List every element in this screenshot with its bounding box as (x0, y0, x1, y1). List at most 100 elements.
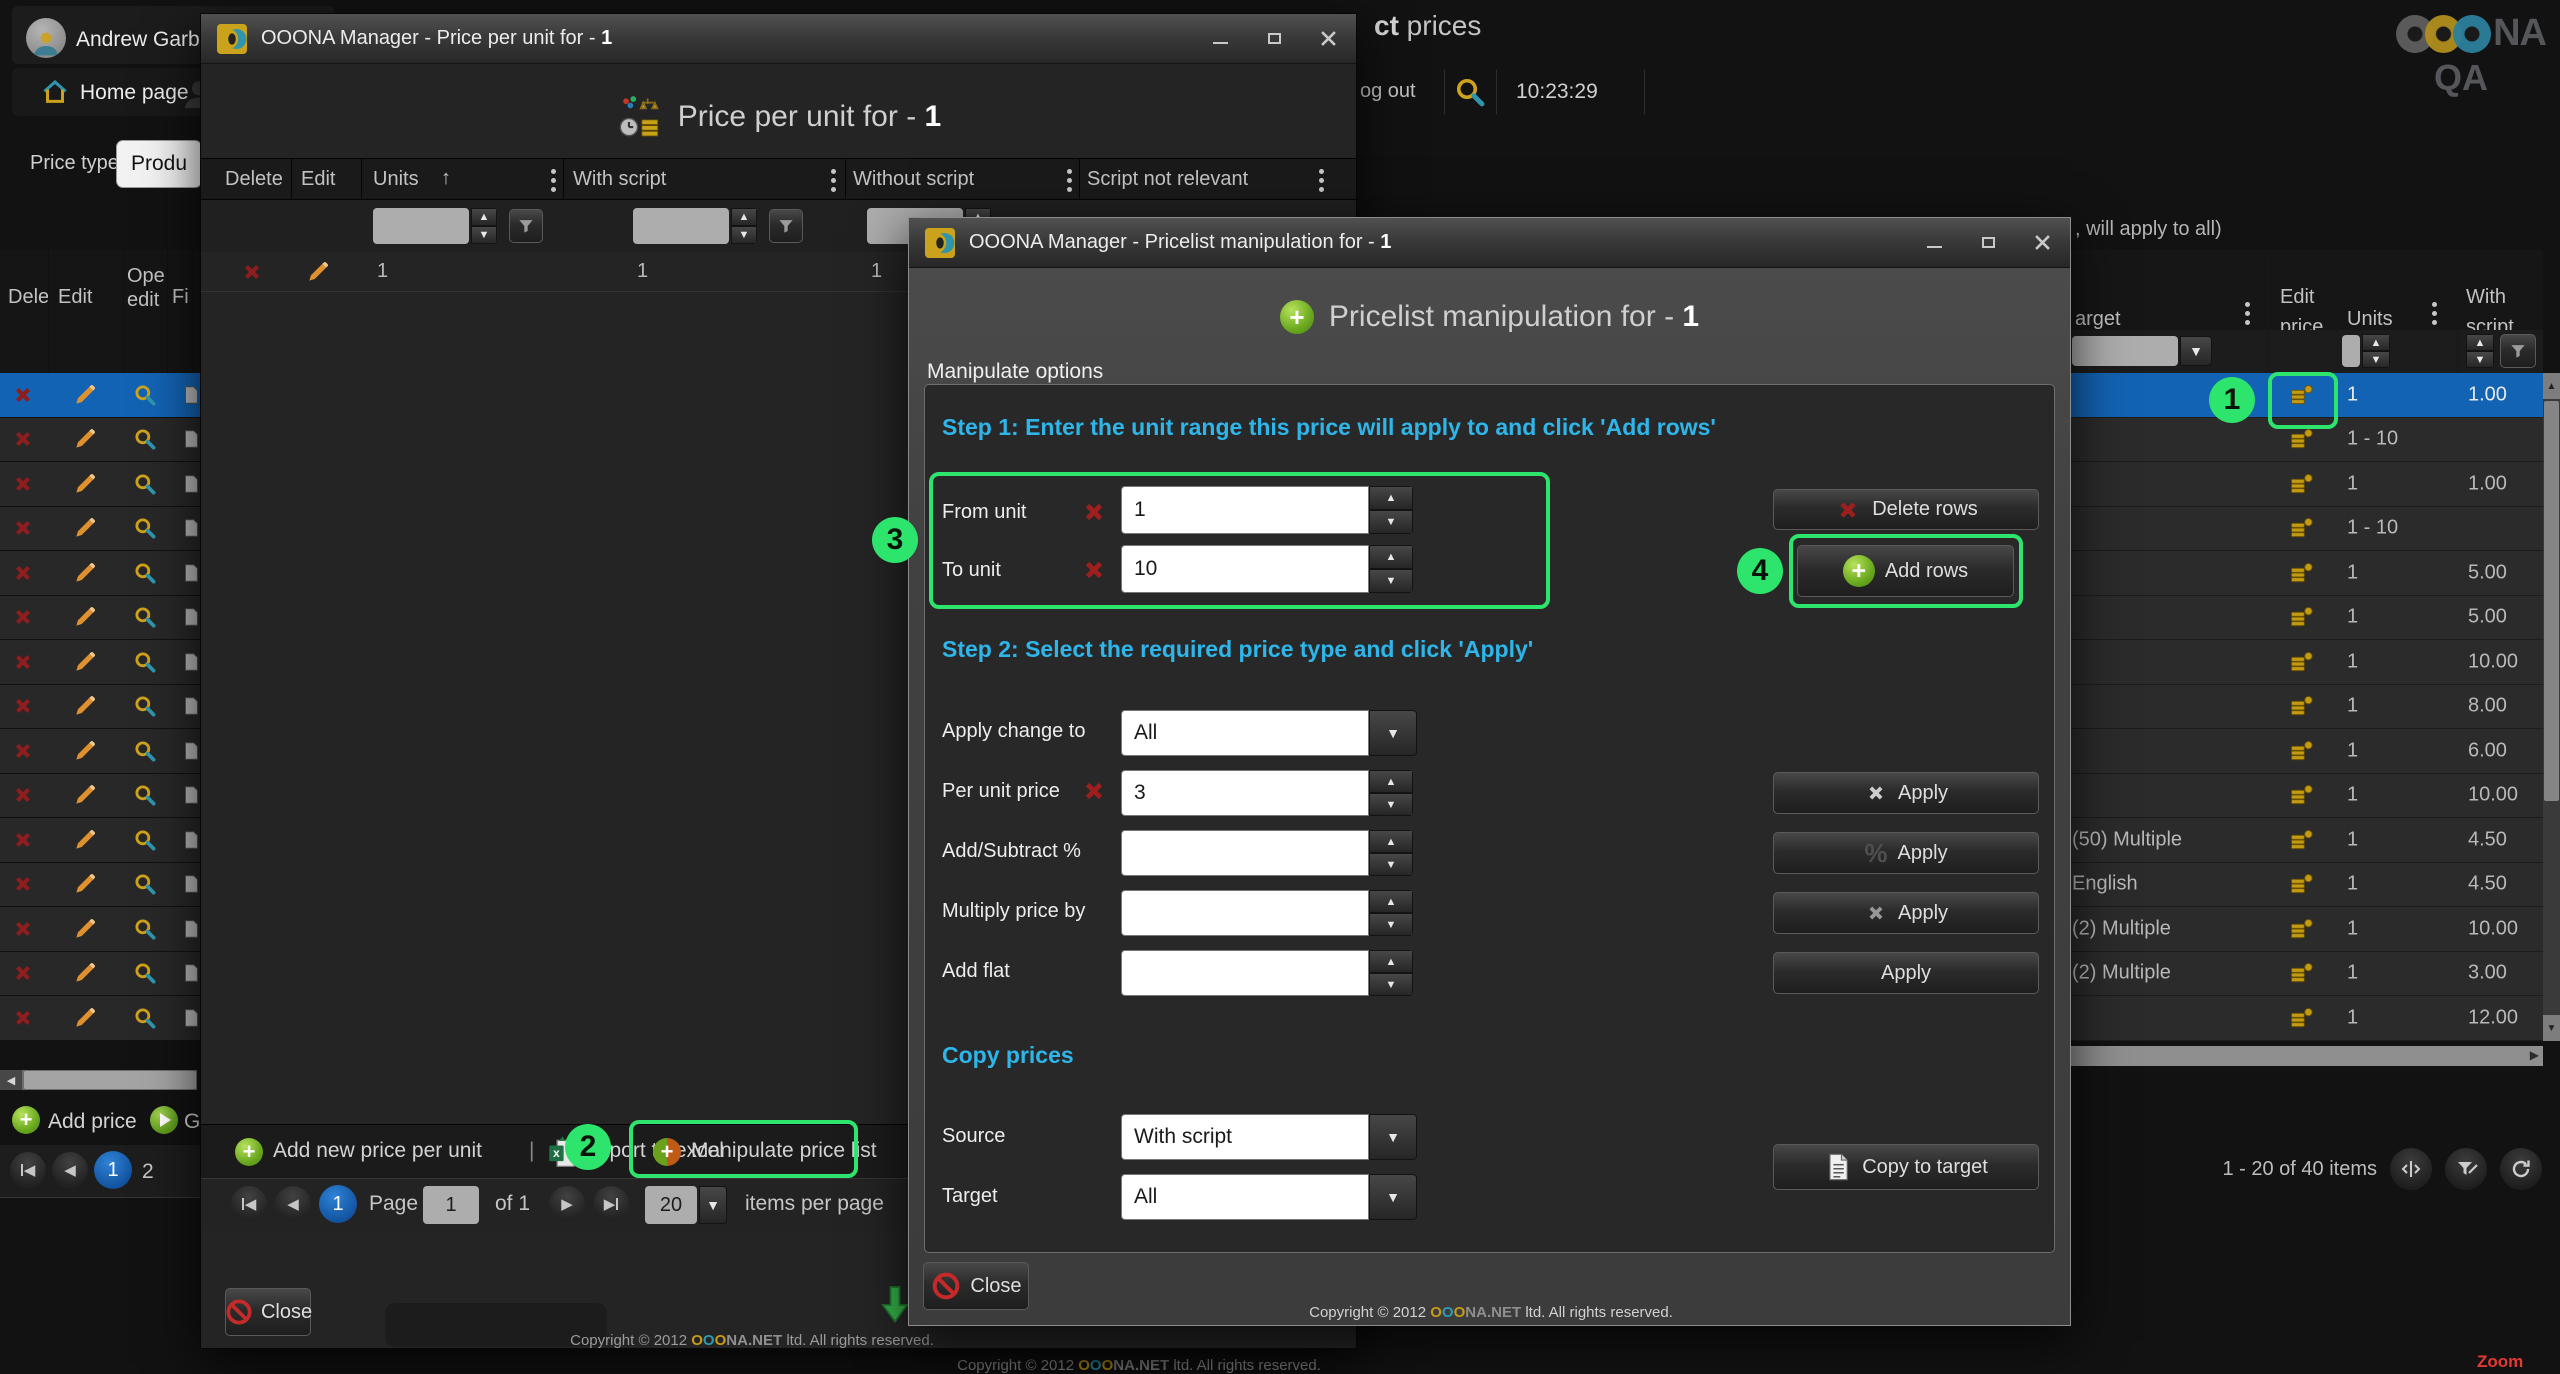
edit-row-icon[interactable] (72, 604, 98, 630)
last-page-button[interactable]: ▶ (593, 1186, 629, 1222)
dropdown-icon[interactable]: ▼ (1369, 710, 1417, 756)
open-edit-icon[interactable] (132, 560, 158, 586)
delete-row-icon[interactable] (10, 693, 36, 719)
table-row[interactable] (0, 640, 200, 685)
column-header[interactable]: Ope edit (127, 264, 169, 312)
table-row[interactable] (0, 373, 200, 418)
window-titlebar[interactable]: OOONA Manager - Price per unit for - 1 (201, 14, 1356, 64)
close-button[interactable]: Close (923, 1262, 1029, 1310)
edit-price-icon[interactable] (2288, 648, 2316, 676)
add-flat-input[interactable] (1121, 950, 1369, 996)
file-icon[interactable] (180, 783, 200, 807)
file-icon[interactable] (180, 561, 200, 585)
page-size-value[interactable]: 20 (645, 1186, 697, 1224)
column-menu-icon[interactable] (2432, 302, 2437, 307)
maximize-icon[interactable] (1976, 231, 2000, 255)
units-filter-spinner[interactable]: ▲▼ (471, 208, 497, 244)
column-header-target-cut[interactable]: arget (2075, 308, 2121, 331)
column-header[interactable]: Dele (8, 286, 49, 309)
current-page-badge[interactable]: 1 (319, 1185, 357, 1223)
add-price-button[interactable]: Add price (48, 1110, 137, 1134)
edit-price-icon[interactable] (2288, 915, 2316, 943)
minimize-icon[interactable] (1208, 27, 1232, 51)
logout-button-cut[interactable]: og out (1360, 80, 1416, 103)
units-filter-spinner[interactable]: ▲▼ (2362, 334, 2390, 368)
dropdown-icon[interactable]: ▼ (1369, 1174, 1417, 1220)
delete-row-icon[interactable] (10, 960, 36, 986)
open-edit-icon[interactable] (132, 827, 158, 853)
close-window-icon[interactable] (2030, 231, 2054, 255)
file-icon[interactable] (180, 739, 200, 763)
dialog-titlebar[interactable]: OOONA Manager - Pricelist manipulation f… (909, 218, 2070, 268)
edit-price-icon[interactable] (2288, 1004, 2316, 1032)
column-menu-icon[interactable] (831, 169, 836, 174)
open-edit-icon[interactable] (132, 871, 158, 897)
edit-row-icon[interactable] (72, 649, 98, 675)
with-script-filter-spinner[interactable]: ▲▼ (731, 208, 757, 244)
maximize-icon[interactable] (1262, 27, 1286, 51)
per-unit-price-spinner[interactable]: ▲▼ (1369, 770, 1413, 816)
clear-filter-button[interactable] (2445, 1148, 2487, 1190)
file-icon[interactable] (180, 605, 200, 629)
table-row[interactable] (0, 774, 200, 819)
edit-row-icon[interactable] (72, 471, 98, 497)
delete-row-icon[interactable] (10, 1005, 36, 1031)
edit-row-icon[interactable] (72, 693, 98, 719)
table-row[interactable]: (2) Multiple 1 3.00 (2060, 952, 2543, 997)
apply-per-unit-price-button[interactable]: Apply (1773, 772, 2039, 814)
horizontal-scrollbar[interactable]: ▶ (2062, 1046, 2543, 1066)
page-2-link[interactable]: 2 (142, 1160, 154, 1184)
add-subtract-spinner[interactable]: ▲▼ (1369, 830, 1413, 876)
delete-row-icon[interactable] (10, 871, 36, 897)
column-menu-icon[interactable] (551, 169, 556, 174)
apply-flat-button[interactable]: Apply (1773, 952, 2039, 994)
table-row[interactable]: 1 5.00 (2060, 551, 2543, 596)
delete-row-icon[interactable] (10, 827, 36, 853)
sidebar-item-home[interactable]: Home page (80, 81, 189, 105)
table-row[interactable] (0, 818, 200, 863)
target-select[interactable]: All (1121, 1174, 1369, 1220)
edit-price-icon[interactable] (2288, 603, 2316, 631)
page-size-dropdown-icon[interactable]: ▼ (699, 1186, 727, 1224)
open-edit-icon[interactable] (132, 382, 158, 408)
delete-row-icon[interactable] (10, 560, 36, 586)
open-edit-icon[interactable] (132, 782, 158, 808)
dropdown-icon[interactable]: ▼ (1369, 1114, 1417, 1160)
file-icon[interactable] (180, 472, 200, 496)
column-header-delete[interactable]: Delete (225, 168, 283, 191)
table-row[interactable] (0, 729, 200, 774)
column-header-with-script[interactable]: With script (573, 168, 666, 191)
prev-page-button[interactable]: ◀ (275, 1186, 311, 1222)
delete-row-icon[interactable] (10, 426, 36, 452)
open-edit-icon[interactable] (132, 471, 158, 497)
scrollbar-thumb[interactable] (2544, 401, 2559, 801)
open-edit-icon[interactable] (132, 960, 158, 986)
table-row[interactable] (0, 596, 200, 641)
column-header-script-not-relevant[interactable]: Script not relevant (1087, 168, 1248, 191)
delete-row-icon[interactable] (239, 259, 265, 285)
edit-row-icon[interactable] (72, 515, 98, 541)
first-page-button[interactable]: ◀ (231, 1186, 267, 1222)
add-new-price-button[interactable]: Add new price per unit (273, 1139, 482, 1163)
edit-price-icon[interactable] (2288, 470, 2316, 498)
table-row[interactable]: 1 5.00 (2060, 596, 2543, 641)
close-button[interactable]: Close (225, 1288, 311, 1336)
table-row[interactable]: (50) Multiple 1 4.50 (2060, 818, 2543, 863)
file-icon[interactable] (180, 427, 200, 451)
table-row[interactable]: 1 8.00 (2060, 685, 2543, 730)
edit-price-icon[interactable] (2288, 692, 2316, 720)
first-page-button[interactable]: ◀ (10, 1152, 46, 1188)
price-type-select[interactable]: Produ (116, 140, 202, 188)
table-row[interactable] (0, 863, 200, 908)
edit-price-icon[interactable] (2288, 826, 2316, 854)
column-menu-icon[interactable] (1067, 169, 1072, 174)
edit-row-icon[interactable] (72, 1005, 98, 1031)
open-edit-icon[interactable] (132, 649, 158, 675)
current-page-badge[interactable]: 1 (94, 1151, 132, 1189)
open-edit-icon[interactable] (132, 1005, 158, 1031)
open-edit-icon[interactable] (132, 604, 158, 630)
open-edit-icon[interactable] (132, 693, 158, 719)
edit-row-icon[interactable] (72, 426, 98, 452)
minimize-icon[interactable] (1922, 231, 1946, 255)
edit-price-icon[interactable] (2288, 959, 2316, 987)
